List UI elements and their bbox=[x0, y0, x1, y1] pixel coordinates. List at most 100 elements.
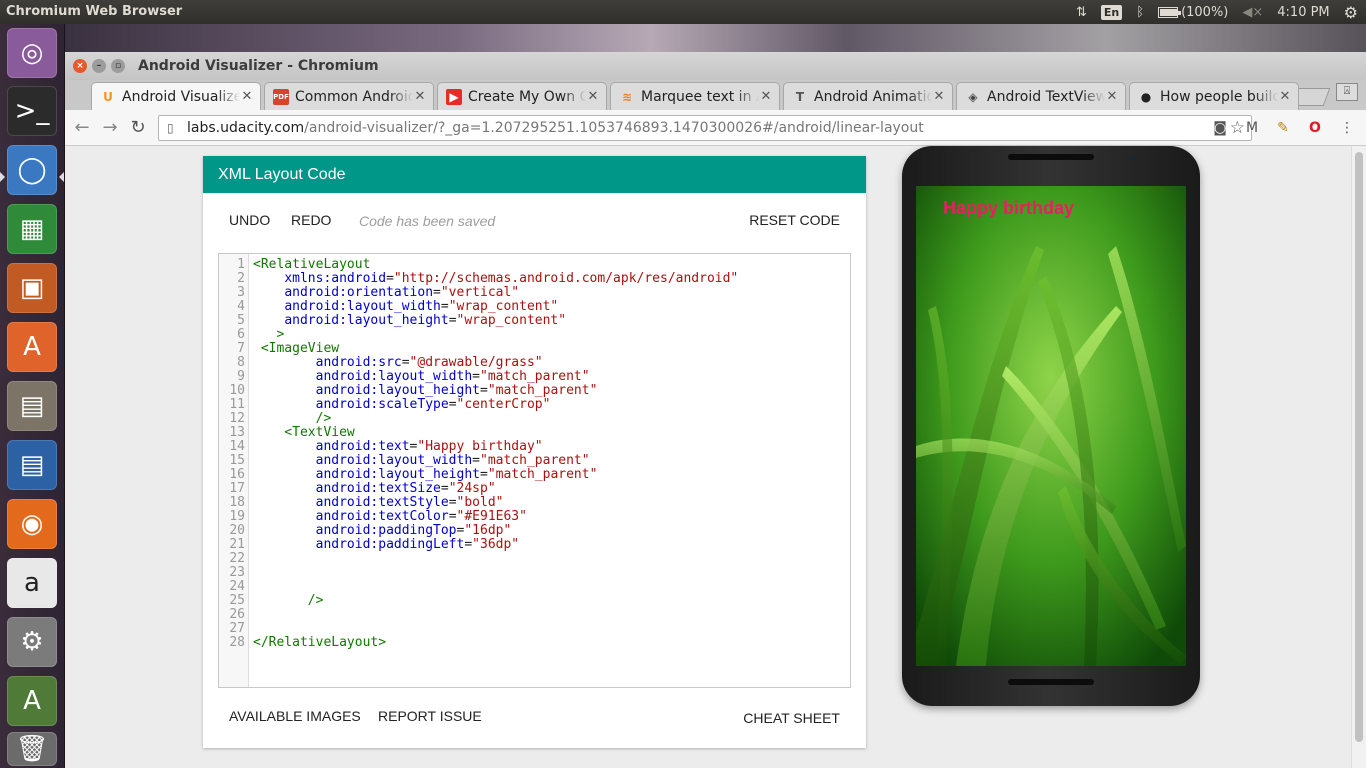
line-number: 22 bbox=[229, 551, 245, 566]
report-issue-button[interactable]: REPORT ISSUE bbox=[378, 708, 482, 724]
tab-label: Android Animations bbox=[814, 88, 932, 105]
tab-label: Marquee text in And bbox=[641, 88, 759, 105]
reset-code-button[interactable]: RESET CODE bbox=[749, 212, 840, 228]
launcher: ◎ >_ ◯ ▦ ▣ A ▤ ▤ ◉ a ⚙ A 🗑 bbox=[0, 24, 65, 768]
tab-favicon-icon: ● bbox=[1140, 89, 1152, 104]
browser-tab[interactable]: ◈ Android TextView ✕ bbox=[956, 82, 1126, 110]
libreoffice-impress-icon[interactable]: ▣ bbox=[7, 263, 57, 313]
opera-extension-icon[interactable]: O bbox=[1305, 118, 1325, 138]
active-app-title: Chromium Web Browser bbox=[6, 4, 183, 19]
ubuntu-dash-icon[interactable]: ◎ bbox=[7, 28, 57, 78]
files-icon[interactable]: ▤ bbox=[7, 381, 57, 431]
url-path: /android-visualizer/?_ga=1.207295251.105… bbox=[304, 120, 924, 136]
code-text: android:paddingLeft="36dp" bbox=[315, 537, 520, 552]
libreoffice-writer-icon[interactable]: ▤ bbox=[7, 440, 57, 490]
chrome-menu-icon[interactable]: ⋮ bbox=[1337, 118, 1357, 138]
code-text: </RelativeLayout> bbox=[253, 635, 387, 650]
browser-tab[interactable]: PDF Common Android ✕ bbox=[264, 82, 434, 110]
cheat-sheet-button[interactable]: CHEAT SHEET bbox=[743, 710, 840, 726]
indicator-area: ⇅ En ᛒ (100%) ◀× 4:10 PM ⚙ bbox=[1076, 0, 1358, 24]
amazon-icon[interactable]: a bbox=[7, 558, 57, 608]
battery-indicator[interactable]: (100%) bbox=[1158, 5, 1228, 20]
tab-close-icon[interactable]: ✕ bbox=[413, 89, 427, 104]
software-updater-icon[interactable]: A bbox=[7, 676, 57, 726]
clock[interactable]: 4:10 PM bbox=[1277, 5, 1329, 20]
line-number: 24 bbox=[229, 579, 245, 594]
browser-tab[interactable]: ≋ Marquee text in And✕ bbox=[610, 82, 780, 110]
line-number: 2 bbox=[237, 271, 245, 286]
page-scrollbar[interactable] bbox=[1351, 146, 1366, 768]
window-close-button[interactable]: × bbox=[73, 59, 87, 73]
code-text: /> bbox=[253, 411, 332, 426]
tab-close-icon[interactable]: ✕ bbox=[1105, 89, 1119, 104]
code-text: > bbox=[253, 327, 285, 342]
code-text: android:paddingTop="16dp" bbox=[315, 523, 512, 538]
available-images-button[interactable]: AVAILABLE IMAGES bbox=[229, 708, 361, 724]
sound-muted-icon[interactable]: ◀× bbox=[1242, 5, 1263, 20]
browser-tab[interactable]: U Android Visualizer ✕ bbox=[91, 82, 261, 110]
network-icon[interactable]: ⇅ bbox=[1076, 5, 1087, 20]
code-editor[interactable]: 1 <RelativeLayout 2 xmlns:android="http://… bbox=[218, 253, 851, 688]
browser-toolbar: ← → ↻ ▯ labs.udacity.com/android-visuali… bbox=[65, 110, 1366, 146]
redo-button[interactable]: REDO bbox=[291, 212, 331, 228]
code-text: android:layout_height="wrap_content" bbox=[284, 313, 567, 328]
preview-textview: Happy birthday bbox=[943, 198, 1075, 218]
reload-icon[interactable]: ↻ bbox=[127, 116, 149, 138]
eyedropper-extension-icon[interactable]: ✎ bbox=[1273, 118, 1293, 138]
browser-tab[interactable]: T Android Animations✕ bbox=[783, 82, 953, 110]
page-content: XML Layout Code UNDO REDO Code has been … bbox=[65, 146, 1351, 768]
code-text: android:layout_width="wrap_content" bbox=[284, 299, 559, 314]
window-titlebar[interactable]: × – ▫ Android Visualizer - Chromium bbox=[65, 52, 1366, 80]
code-text: android:layout_width="match_parent" bbox=[315, 453, 590, 468]
line-number: 11 bbox=[229, 397, 245, 412]
browser-tab[interactable]: ● How people build s✕ bbox=[1129, 82, 1299, 110]
card-footer: AVAILABLE IMAGES REPORT ISSUE CHEAT SHEE… bbox=[229, 708, 840, 728]
keyboard-layout-indicator[interactable]: En bbox=[1100, 4, 1123, 20]
tab-close-icon[interactable]: ✕ bbox=[759, 89, 773, 104]
system-gear-icon[interactable]: ⚙ bbox=[1344, 3, 1358, 22]
running-indicator bbox=[0, 172, 5, 182]
tab-favicon-icon: U bbox=[103, 89, 113, 104]
code-text: <ImageView bbox=[253, 341, 340, 356]
system-settings-icon[interactable]: ⚙ bbox=[7, 617, 57, 667]
trash-icon[interactable]: 🗑 bbox=[7, 732, 57, 766]
tab-label: Create My Own Cust bbox=[468, 88, 586, 105]
libreoffice-calc-icon[interactable]: ▦ bbox=[7, 204, 57, 254]
tab-close-icon[interactable]: ✕ bbox=[586, 89, 600, 104]
back-icon[interactable]: ← bbox=[71, 116, 93, 138]
phone-preview: Happy birthday bbox=[902, 146, 1200, 706]
profile-icon[interactable]: ⍓ bbox=[1336, 83, 1358, 101]
desktop-wallpaper bbox=[65, 24, 1366, 54]
line-number: 6 bbox=[237, 327, 245, 342]
line-number: 5 bbox=[237, 313, 245, 328]
page-info-icon[interactable]: ▯ bbox=[167, 121, 181, 135]
code-text: android:textColor="#E91E63" bbox=[315, 509, 527, 524]
pocket-extension-icon[interactable]: ◙ bbox=[1210, 118, 1230, 138]
window-maximize-button[interactable]: ▫ bbox=[111, 59, 125, 73]
undo-button[interactable]: UNDO bbox=[229, 212, 270, 228]
phone-top-speaker bbox=[1008, 154, 1094, 160]
line-number: 18 bbox=[229, 495, 245, 510]
code-text: android:orientation="vertical" bbox=[284, 285, 520, 300]
browser-tab[interactable]: ▶ Create My Own Cust✕ bbox=[437, 82, 607, 110]
terminal-icon[interactable]: >_ bbox=[7, 86, 57, 136]
chromium-icon[interactable]: ◯ bbox=[7, 145, 57, 195]
gmail-extension-icon[interactable]: M bbox=[1242, 118, 1262, 138]
page-scrollbar-thumb[interactable] bbox=[1355, 152, 1363, 742]
tab-close-icon[interactable]: ✕ bbox=[1278, 89, 1292, 104]
tab-favicon-icon: ▶ bbox=[446, 88, 462, 105]
bluetooth-icon[interactable]: ᛒ bbox=[1136, 5, 1144, 20]
code-text: /> bbox=[253, 593, 324, 608]
software-center-icon[interactable]: A bbox=[7, 322, 57, 372]
address-bar[interactable]: ▯ labs.udacity.com/android-visualizer/?_… bbox=[158, 115, 1252, 141]
card-header: XML Layout Code bbox=[203, 156, 866, 193]
firefox-icon[interactable]: ◉ bbox=[7, 499, 57, 549]
code-text: android:scaleType="centerCrop" bbox=[315, 397, 551, 412]
code-text: android:text="Happy birthday" bbox=[315, 439, 543, 454]
tab-close-icon[interactable]: ✕ bbox=[240, 89, 254, 104]
window-minimize-button[interactable]: – bbox=[92, 59, 106, 73]
forward-icon[interactable]: → bbox=[99, 116, 121, 138]
tab-favicon-icon: ≋ bbox=[621, 89, 633, 104]
tab-close-icon[interactable]: ✕ bbox=[932, 89, 946, 104]
line-number: 3 bbox=[237, 285, 245, 300]
